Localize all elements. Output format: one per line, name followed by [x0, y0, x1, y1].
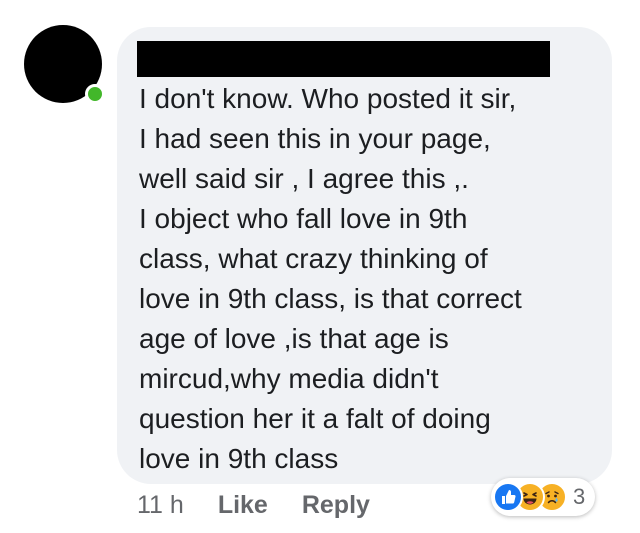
comment-text: I don't know. Who posted it sir, I had s…: [139, 79, 599, 479]
reply-button[interactable]: Reply: [302, 491, 370, 520]
online-status-dot: [85, 84, 105, 104]
comment-line: class, what crazy thinking of: [139, 243, 488, 274]
comment-bubble: I don't know. Who posted it sir, I had s…: [117, 27, 612, 484]
comment-line: I had seen this in your page,: [139, 123, 491, 154]
like-button[interactable]: Like: [218, 491, 268, 520]
comment-line: I don't know. Who posted it sir,: [139, 83, 517, 114]
comment-line: love in 9th class, is that correct: [139, 283, 522, 314]
comment-actions: 11 h Like Reply: [137, 488, 404, 522]
author-name-redacted[interactable]: [137, 41, 550, 77]
reactions-summary[interactable]: 3: [491, 478, 596, 516]
comment-line: love in 9th class: [139, 443, 339, 474]
comment-line: question her it a falt of doing: [139, 403, 491, 434]
comment-line: mircud,why media didn't: [139, 363, 439, 394]
comment-line: well said sir , I agree this ,.: [139, 163, 469, 194]
reaction-count: 3: [573, 484, 586, 509]
comment-line: age of love ,is that age is: [139, 323, 449, 354]
like-icon: [493, 482, 523, 512]
comment-line: I object who fall love in 9th: [139, 203, 468, 234]
comment-timestamp[interactable]: 11 h: [137, 491, 184, 520]
